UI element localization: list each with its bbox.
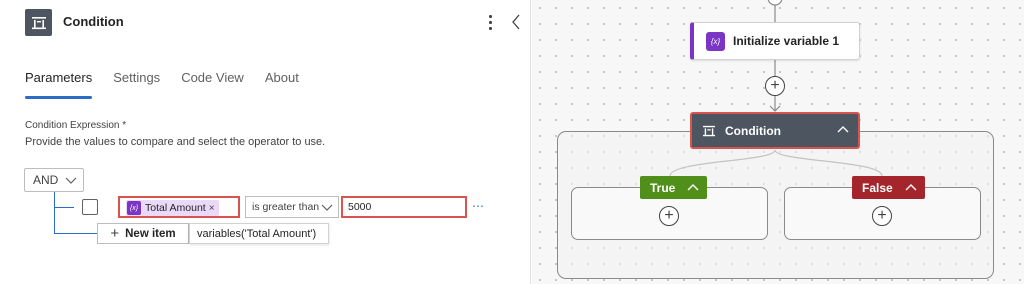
token-label: Total Amount: [145, 202, 206, 214]
more-vertical-icon[interactable]: [484, 11, 496, 33]
operator-value: is greater than: [252, 201, 320, 213]
panel-tabs: Parameters Settings Code View About: [25, 70, 320, 99]
condition-node[interactable]: Condition: [690, 112, 860, 149]
true-branch-label[interactable]: True: [640, 176, 708, 199]
tab-parameters[interactable]: Parameters: [25, 70, 93, 99]
left-operand-field[interactable]: {x} Total Amount ×: [118, 196, 240, 218]
false-branch-label[interactable]: False: [852, 176, 925, 199]
chevron-down-icon: [64, 174, 78, 189]
token-tooltip: variables('Total Amount'): [189, 223, 329, 244]
condition-icon: [25, 9, 52, 36]
variable-icon: {x}: [706, 31, 725, 51]
condition-expression-label: Condition Expression *: [25, 120, 127, 131]
node-title: Initialize variable 1: [733, 34, 840, 48]
tree-connector: [54, 192, 55, 234]
condition-icon: [702, 125, 716, 137]
chevron-left-icon[interactable]: [509, 12, 523, 32]
right-operand-input[interactable]: 5000: [341, 196, 467, 218]
node-title: Condition: [725, 123, 781, 138]
row-more-icon[interactable]: ⋯: [472, 199, 485, 213]
token-remove-icon[interactable]: ×: [209, 203, 215, 214]
chevron-up-icon[interactable]: [905, 183, 917, 193]
add-action-false-button[interactable]: +: [872, 206, 892, 226]
tree-connector-branch: [54, 233, 98, 234]
branch-label-text: True: [650, 180, 676, 195]
tree-connector-branch: [54, 207, 74, 208]
variable-icon: {x}: [127, 201, 141, 215]
operator-dropdown[interactable]: is greater than: [245, 196, 339, 218]
tab-settings[interactable]: Settings: [113, 70, 160, 95]
new-item-button[interactable]: + New item: [97, 223, 189, 244]
group-operator-value: AND: [33, 173, 59, 187]
initialize-variable-node[interactable]: {x} Initialize variable 1: [690, 22, 860, 60]
chevron-down-icon: [320, 201, 334, 216]
panel-title: Condition: [63, 14, 124, 29]
add-step-button[interactable]: +: [765, 76, 785, 96]
add-action-true-button[interactable]: +: [659, 206, 679, 226]
condition-panel: Condition Parameters Settings Code View …: [0, 0, 531, 284]
plus-icon: +: [110, 225, 120, 242]
group-operator-dropdown[interactable]: AND: [24, 168, 84, 192]
new-item-label: New item: [125, 227, 176, 240]
dynamic-content-token[interactable]: {x} Total Amount ×: [126, 200, 219, 216]
workflow-canvas[interactable]: {x} Initialize variable 1 + Condition Tr…: [532, 0, 1024, 284]
chevron-up-icon[interactable]: [836, 123, 850, 142]
condition-expression-description: Provide the values to compare and select…: [25, 136, 326, 148]
tab-about[interactable]: About: [265, 70, 299, 95]
tab-code-view[interactable]: Code View: [181, 70, 244, 95]
branch-label-text: False: [862, 180, 893, 195]
chevron-up-icon[interactable]: [687, 183, 699, 193]
row-checkbox[interactable]: [82, 199, 98, 215]
